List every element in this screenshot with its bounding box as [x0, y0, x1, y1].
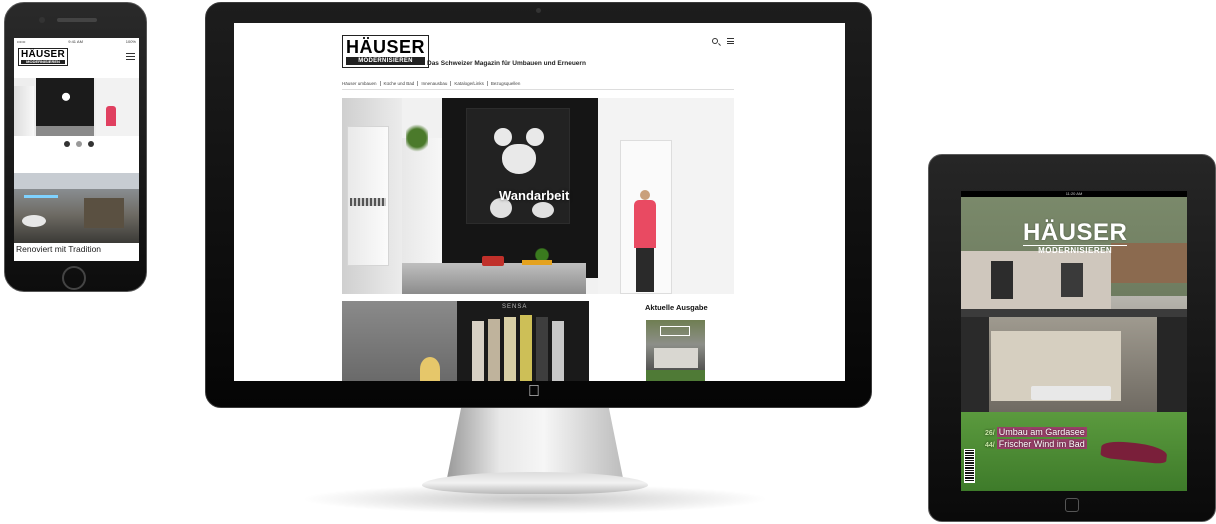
cover-logo: HÄUSER MODERNISIEREN [1023, 219, 1128, 255]
site-logo-line2: MODERNISIEREN [346, 57, 426, 65]
carousel-dots[interactable] [64, 141, 94, 147]
menu-icon[interactable] [727, 38, 734, 44]
article-sign: SENSA [502, 304, 528, 310]
phone-article-caption[interactable]: Renoviert mit Tradition [16, 244, 101, 254]
tablet-screen: 11:20 AM HÄUSER MODERNISIEREN 26/Umbau a… [961, 191, 1187, 491]
site-nav: Häuser umbauen Küche und Bad Innenausbau… [342, 81, 523, 86]
home-button-icon[interactable] [62, 266, 86, 290]
desktop-monitor: HÄUSER MODERNISIEREN Das Schweizer Magaz… [205, 2, 872, 408]
current-issue-cover[interactable] [646, 320, 705, 381]
nav-divider [342, 89, 734, 90]
phone-menu-icon[interactable] [126, 53, 135, 60]
phone-logo-line2: MODERNISIEREN [21, 60, 66, 64]
home-button-icon[interactable] [1065, 498, 1079, 512]
phone-status-bar: •••••• 9:41 AM 100% [14, 38, 139, 44]
monitor-camera [536, 8, 541, 13]
phone-article-image[interactable] [14, 173, 139, 243]
carousel-dot[interactable] [88, 141, 94, 147]
site-logo[interactable]: HÄUSER MODERNISIEREN [342, 35, 430, 68]
nav-item-kueche-bad[interactable]: Küche und Bad [381, 81, 419, 86]
phone-site-logo[interactable]: HÄUSER MODERNISIEREN [18, 48, 69, 66]
desktop-screen: HÄUSER MODERNISIEREN Das Schweizer Magaz… [234, 23, 845, 381]
hero-overlay-title[interactable]: Wandarbeit [499, 188, 569, 203]
site-logo-line1: HÄUSER [346, 37, 426, 57]
apple-logo-icon:  [528, 384, 540, 400]
monitor-stand [447, 408, 623, 478]
nav-item-innenausbau[interactable]: Innenausbau [418, 81, 452, 86]
phone-time: 9:41 AM [68, 39, 83, 44]
cover-barcode [964, 449, 975, 483]
article-image[interactable]: SENSA [342, 301, 589, 381]
site-tagline: Das Schweizer Magazin für Umbauen und Er… [427, 60, 586, 67]
cover-headline-1-num: 26/ [985, 430, 995, 437]
carousel-dot[interactable] [76, 141, 82, 147]
phone-camera [39, 17, 45, 23]
monitor-stand-base [422, 472, 648, 494]
nav-item-kataloge-links[interactable]: Kataloge/Links [451, 81, 488, 86]
cover-headline-2-text: Frischer Wind im Bad [996, 439, 1087, 449]
nav-item-haeuser-umbauen[interactable]: Häuser umbauen [342, 81, 381, 86]
tablet-status-bar: 11:20 AM [961, 191, 1187, 197]
cover-headline-2[interactable]: 44/Frischer Wind im Bad [985, 439, 1087, 449]
tablet-device: 11:20 AM HÄUSER MODERNISIEREN 26/Umbau a… [928, 154, 1216, 522]
current-issue-heading: Aktuelle Ausgabe [645, 303, 708, 312]
search-icon[interactable] [712, 38, 718, 44]
cover-headline-2-num: 44/ [985, 442, 995, 449]
phone-screen: •••••• 9:41 AM 100% HÄUSER MODERNISIEREN [14, 38, 139, 261]
phone-device: •••••• 9:41 AM 100% HÄUSER MODERNISIEREN [4, 2, 147, 292]
phone-battery: 100% [125, 39, 136, 44]
cover-headline-1-text: Umbau am Gardasee [996, 427, 1087, 437]
phone-speaker [57, 18, 97, 22]
phone-carrier: •••••• [17, 39, 26, 44]
cover-headline-1[interactable]: 26/Umbau am Gardasee [985, 427, 1087, 437]
cover-logo-line1: HÄUSER [1023, 219, 1128, 246]
phone-hero-image[interactable] [14, 78, 139, 136]
nav-item-bezugsquellen[interactable]: Bezugsquellen [488, 81, 524, 86]
cover-logo-line2: MODERNISIEREN [1023, 245, 1128, 255]
carousel-dot[interactable] [64, 141, 70, 147]
